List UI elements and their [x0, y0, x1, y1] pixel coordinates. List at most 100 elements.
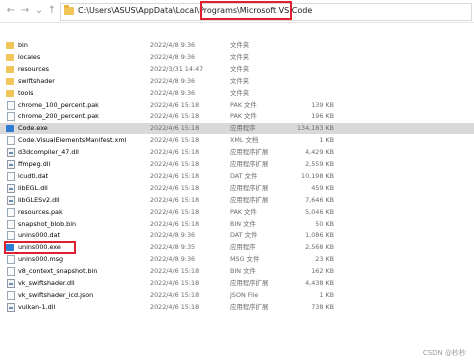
- file-date: 2022/4/6 15:18: [150, 124, 200, 133]
- file-date: 2022/4/6 15:18: [150, 148, 200, 157]
- file-row[interactable]: libGLESv2.dll 2022/4/6 15:18 应用程序扩展 7,646 K…: [0, 195, 474, 206]
- file-type: 文件夹: [230, 76, 250, 85]
- folder-icon: [6, 42, 14, 49]
- file-row[interactable]: Code.exe 2022/4/6 15:18 应用程序 134,183 KB: [0, 123, 474, 135]
- file-type: BIN 文件: [230, 219, 256, 228]
- file-date: 2022/4/6 15:18: [150, 290, 200, 299]
- file-type: 应用程序: [230, 124, 256, 133]
- file-row[interactable]: chrome_200_percent.pak 2022/4/6 15:18 PAK …: [0, 111, 474, 122]
- folder-icon: [6, 65, 14, 73]
- file-type: 应用程序: [230, 243, 256, 252]
- file-name: tools: [18, 88, 34, 97]
- dll-icon: [7, 183, 15, 193]
- file-size: 1,086 KB: [305, 231, 334, 240]
- file-size: 1 KB: [319, 290, 334, 299]
- file-date: 2022/4/8 9:36: [150, 255, 196, 264]
- file-row[interactable]: swiftshader 2022/4/8 9:36 文件夹: [0, 76, 474, 87]
- file-type: 应用程序扩展: [230, 148, 269, 157]
- vscode-icon: [6, 125, 14, 133]
- file-type: PAK 文件: [230, 112, 257, 121]
- file-size: 2,568 KB: [305, 243, 334, 252]
- file-date: 2022/4/6 15:18: [150, 267, 200, 276]
- file-row[interactable]: icudtl.dat 2022/4/6 15:18 DAT 文件 10,198 KB: [0, 171, 474, 182]
- file-size: 50 KB: [315, 219, 334, 228]
- file-size: 23 KB: [315, 255, 334, 264]
- folder-icon: [6, 53, 14, 61]
- file-row[interactable]: resources.pak 2022/4/6 15:18 PAK 文件 5,046 K…: [0, 207, 474, 218]
- file-size: 7,646 KB: [305, 195, 334, 204]
- file-row[interactable]: vulkan-1.dll 2022/4/6 15:18 应用程序扩展 738 KB: [0, 302, 474, 313]
- highlight-box-uninstaller: [4, 241, 76, 255]
- watermark: CSDN @杪杪: [422, 349, 466, 357]
- file-name: ffmpeg.dll: [18, 160, 51, 168]
- recent-locations-dropdown-icon[interactable]: ⌄: [32, 4, 46, 18]
- up-arrow-icon[interactable]: ↑: [45, 4, 59, 18]
- file-icon: [7, 100, 15, 110]
- file-type: 文件夹: [230, 41, 250, 49]
- file-name: locales: [18, 52, 41, 61]
- file-size: 4,429 KB: [305, 148, 334, 157]
- file-icon: [7, 171, 15, 181]
- file-icon: [7, 290, 15, 300]
- file-type: 应用程序扩展: [230, 302, 269, 311]
- back-arrow-icon[interactable]: ←: [4, 4, 18, 18]
- file-date: 2022/4/6 15:18: [150, 183, 200, 192]
- file-name: d3dcompiler_47.dll: [18, 148, 79, 157]
- file-name: v8_context_snapshot.bin: [18, 267, 98, 276]
- file-name: unins000.msg: [18, 255, 64, 264]
- dll-icon: [7, 160, 15, 169]
- file-row[interactable]: unins000.dat 2022/4/8 9:36 DAT 文件 1,086 KB: [0, 230, 474, 241]
- file-date: 2022/4/8 9:36: [150, 76, 196, 85]
- file-name: unins000.dat: [18, 231, 60, 240]
- file-type: DAT 文件: [230, 231, 258, 240]
- file-type: 文件夹: [230, 52, 250, 61]
- file-row[interactable]: unins000.msg 2022/4/8 9:36 MSG 文件 23 KB: [0, 254, 474, 265]
- file-name: vk_swiftshader_icd.json: [18, 290, 94, 299]
- folder-icon: [6, 89, 14, 97]
- file-date: 2022/4/6 15:18: [150, 219, 200, 228]
- file-date: 2022/4/6 15:18: [150, 171, 200, 180]
- file-name: chrome_200_percent.pak: [18, 112, 99, 121]
- file-row[interactable]: chrome_100_percent.pak 2022/4/6 15:18 PAK …: [0, 100, 474, 111]
- file-row[interactable]: vk_swiftshader_icd.json 2022/4/6 15:18 JSO…: [0, 290, 474, 301]
- folder-icon: [6, 77, 14, 85]
- file-row[interactable]: Code.VisualElementsManifest.xml 2022/4/6 …: [0, 135, 474, 146]
- file-row[interactable]: bin 2022/4/8 9:36 文件夹: [0, 40, 474, 51]
- file-row[interactable]: libEGL.dll 2022/4/6 15:18 应用程序扩展 459 KB: [0, 183, 474, 194]
- file-type: PAK 文件: [230, 207, 257, 216]
- file-size: 738 KB: [311, 302, 334, 311]
- file-date: 2022/4/8 9:36: [150, 41, 196, 49]
- file-date: 2022/4/8 9:35: [150, 243, 196, 252]
- file-date: 2022/4/8 9:36: [150, 231, 196, 240]
- forward-arrow-icon[interactable]: →: [18, 4, 32, 18]
- file-date: 2022/4/6 15:18: [150, 100, 200, 109]
- file-row[interactable]: snapshot_blob.bin 2022/4/6 15:18 BIN 文件 50 …: [0, 219, 474, 230]
- file-icon: [7, 231, 15, 241]
- file-date: 2022/3/31 14:47: [150, 64, 204, 73]
- file-date: 2022/4/8 9:36: [150, 88, 196, 97]
- file-row[interactable]: v8_context_snapshot.bin 2022/4/6 15:18 BIN…: [0, 266, 474, 277]
- file-type: DAT 文件: [230, 171, 258, 180]
- file-size: 1 KB: [319, 136, 334, 145]
- file-date: 2022/4/6 15:18: [150, 136, 200, 145]
- file-size: 134,183 KB: [296, 124, 334, 133]
- file-type: 应用程序扩展: [230, 195, 269, 204]
- file-name: chrome_100_percent.pak: [18, 100, 99, 109]
- file-size: 10,198 KB: [301, 171, 334, 180]
- file-row[interactable]: locales 2022/4/8 9:36 文件夹: [0, 52, 474, 63]
- dll-icon: [7, 302, 15, 312]
- dll-icon: [7, 279, 15, 288]
- dll-icon: [7, 148, 15, 158]
- file-size: 196 KB: [311, 112, 334, 121]
- file-row[interactable]: vk_swiftshader.dll 2022/4/6 15:18 应用程序扩展 4,…: [0, 278, 474, 289]
- file-name: snapshot_blob.bin: [18, 219, 77, 228]
- file-size: 4,438 KB: [305, 279, 334, 287]
- file-row[interactable]: tools 2022/4/8 9:36 文件夹: [0, 88, 474, 99]
- file-type: 应用程序扩展: [230, 279, 269, 287]
- file-name: vk_swiftshader.dll: [18, 279, 75, 287]
- file-date: 2022/4/8 9:36: [150, 52, 196, 61]
- file-row[interactable]: d3dcompiler_47.dll 2022/4/6 15:18 应用程序扩展 4,…: [0, 147, 474, 158]
- file-row[interactable]: resources 2022/3/31 14:47 文件夹: [0, 64, 474, 75]
- file-row[interactable]: ffmpeg.dll 2022/4/6 15:18 应用程序扩展 2,559 KB: [0, 159, 474, 170]
- file-type: JSON File: [230, 290, 259, 299]
